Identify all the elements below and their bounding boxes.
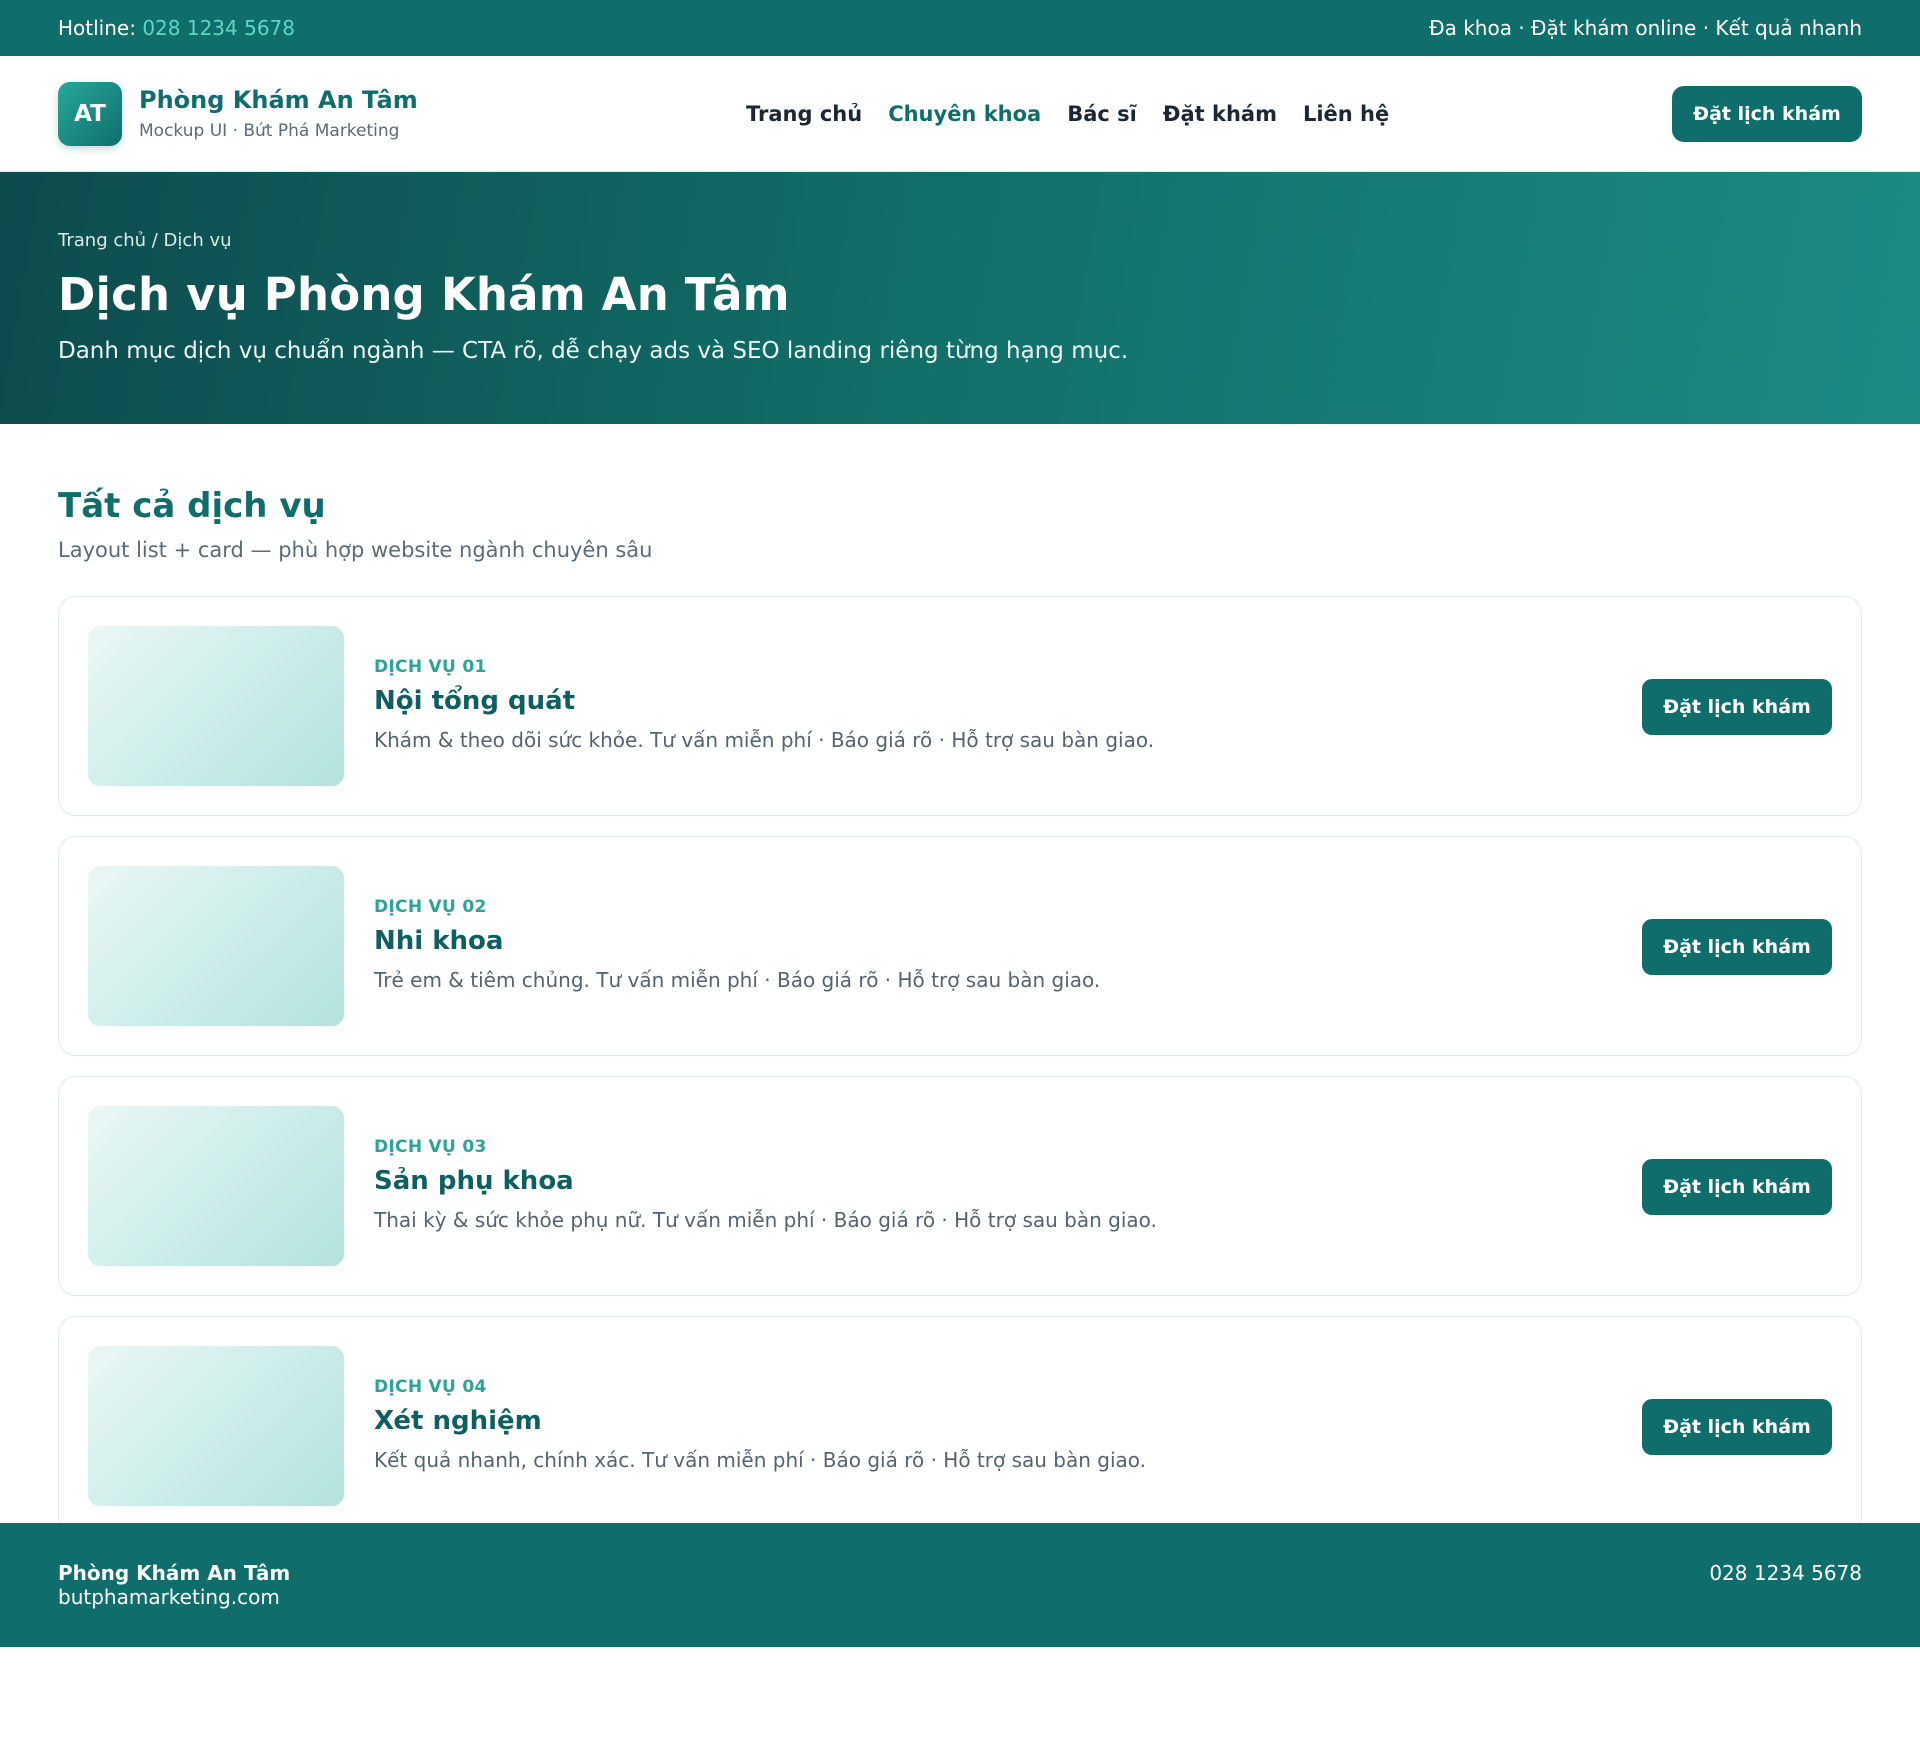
service-book-button[interactable]: Đặt lịch khám: [1642, 679, 1832, 735]
service-thumbnail: [88, 1346, 344, 1506]
hotline-label: Hotline:: [58, 16, 136, 40]
footer-brand-name: Phòng Khám An Tâm: [58, 1561, 291, 1585]
service-title: Sản phụ khoa: [374, 1166, 574, 1196]
hero-description: Danh mục dịch vụ chuẩn ngành — CTA rõ, d…: [58, 338, 1129, 364]
nav-item-specialties[interactable]: Chuyên khoa: [888, 102, 1041, 126]
page-title: Dịch vụ Phòng Khám An Tâm: [58, 268, 790, 321]
services-section: Tất cả dịch vụ Layout list + card — phù …: [0, 424, 1920, 1536]
nav-item-contact[interactable]: Liên hệ: [1303, 102, 1389, 126]
service-card-body: DỊCH VỤ 03 Sản phụ khoa Thai kỳ & sức kh…: [374, 1137, 1157, 1232]
service-book-button[interactable]: Đặt lịch khám: [1642, 1399, 1832, 1455]
service-tag: DỊCH VỤ 01: [374, 657, 487, 677]
service-thumbnail: [88, 1106, 344, 1266]
brand-text: Phòng Khám An Tâm Mockup UI · Bứt Phá Ma…: [139, 86, 418, 141]
service-thumbnail: [88, 626, 344, 786]
nav-item-home[interactable]: Trang chủ: [746, 102, 862, 126]
service-card-body: DỊCH VỤ 02 Nhi khoa Trẻ em & tiêm chủng.…: [374, 897, 1100, 992]
hero-banner: Trang chủ / Dịch vụ Dịch vụ Phòng Khám A…: [0, 172, 1920, 424]
top-info-bar: Hotline: 028 1234 5678 Đa khoa · Đặt khá…: [0, 0, 1920, 56]
breadcrumb[interactable]: Trang chủ / Dịch vụ: [58, 230, 232, 251]
footer-phone[interactable]: 028 1234 5678: [1709, 1561, 1862, 1585]
service-title: Xét nghiệm: [374, 1406, 542, 1436]
service-card: DỊCH VỤ 04 Xét nghiệm Kết quả nhanh, chí…: [58, 1316, 1862, 1536]
service-tag: DỊCH VỤ 03: [374, 1137, 487, 1157]
hotline-number[interactable]: 028 1234 5678: [142, 16, 295, 40]
service-description: Kết quả nhanh, chính xác. Tư vấn miễn ph…: [374, 1448, 1147, 1472]
section-subtitle: Layout list + card — phù hợp website ngà…: [58, 538, 653, 562]
nav-item-doctors[interactable]: Bác sĩ: [1067, 102, 1137, 126]
site-header: AT Phòng Khám An Tâm Mockup UI · Bứt Phá…: [0, 56, 1920, 172]
service-description: Thai kỳ & sức khỏe phụ nữ. Tư vấn miễn p…: [374, 1208, 1157, 1232]
book-appointment-button[interactable]: Đặt lịch khám: [1672, 86, 1862, 142]
service-book-button[interactable]: Đặt lịch khám: [1642, 919, 1832, 975]
section-title: Tất cả dịch vụ: [58, 486, 326, 526]
service-title: Nhi khoa: [374, 926, 504, 956]
site-footer: Phòng Khám An Tâm butphamarketing.com 02…: [0, 1523, 1920, 1647]
service-description: Trẻ em & tiêm chủng. Tư vấn miễn phí · B…: [374, 968, 1101, 992]
service-card: DỊCH VỤ 01 Nội tổng quát Khám & theo dõi…: [58, 596, 1862, 816]
main-nav: Trang chủ Chuyên khoa Bác sĩ Đặt khám Li…: [746, 56, 1389, 172]
service-card: DỊCH VỤ 02 Nhi khoa Trẻ em & tiêm chủng.…: [58, 836, 1862, 1056]
logo-link[interactable]: AT Phòng Khám An Tâm Mockup UI · Bứt Phá…: [58, 81, 418, 146]
service-card-body: DỊCH VỤ 04 Xét nghiệm Kết quả nhanh, chí…: [374, 1377, 1146, 1472]
brand-name: Phòng Khám An Tâm: [139, 86, 418, 115]
footer-website-link[interactable]: butphamarketing.com: [58, 1585, 280, 1609]
hotline[interactable]: Hotline: 028 1234 5678: [58, 16, 295, 40]
service-list: DỊCH VỤ 01 Nội tổng quát Khám & theo dõi…: [58, 596, 1862, 1536]
topbar-tagline: Đa khoa · Đặt khám online · Kết quả nhan…: [1429, 16, 1862, 40]
nav-item-booking[interactable]: Đặt khám: [1163, 102, 1277, 126]
service-tag: DỊCH VỤ 04: [374, 1377, 487, 1397]
service-thumbnail: [88, 866, 344, 1026]
service-description: Khám & theo dõi sức khỏe. Tư vấn miễn ph…: [374, 728, 1155, 752]
service-card: DỊCH VỤ 03 Sản phụ khoa Thai kỳ & sức kh…: [58, 1076, 1862, 1296]
service-card-body: DỊCH VỤ 01 Nội tổng quát Khám & theo dõi…: [374, 657, 1154, 752]
brand-subtitle: Mockup UI · Bứt Phá Marketing: [139, 120, 400, 141]
service-title: Nội tổng quát: [374, 686, 576, 716]
service-tag: DỊCH VỤ 02: [374, 897, 487, 917]
service-book-button[interactable]: Đặt lịch khám: [1642, 1159, 1832, 1215]
logo-mark: AT: [58, 81, 122, 146]
